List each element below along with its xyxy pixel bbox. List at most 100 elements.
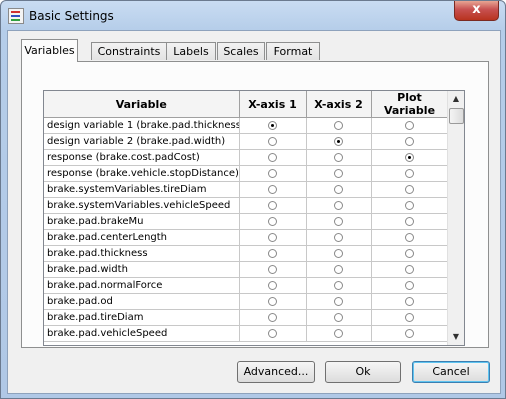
variable-name-cell: brake.systemVariables.tireDiam [44, 181, 240, 198]
x-axis-1-cell [239, 245, 307, 262]
x-axis-2-radio[interactable] [334, 216, 343, 226]
tab-format[interactable]: Format [266, 42, 320, 60]
title-bar[interactable]: Basic Settings x [1, 1, 505, 31]
x-axis-1-radio[interactable] [268, 168, 277, 178]
x-axis-2-cell [306, 213, 372, 230]
scroll-thumb[interactable] [449, 108, 464, 124]
table-row[interactable]: brake.systemVariables.tireDiam [44, 181, 449, 198]
ok-button[interactable]: Ok [325, 361, 401, 383]
table-row[interactable]: brake.pad.od [44, 293, 449, 310]
plot-variable-cell [371, 293, 449, 310]
x-axis-1-radio[interactable] [268, 328, 277, 338]
scroll-down-arrow-icon[interactable]: ▼ [448, 329, 464, 345]
x-axis-2-radio[interactable] [334, 312, 343, 322]
x-axis-2-cell [306, 245, 372, 262]
plot-variable-radio[interactable] [405, 184, 414, 194]
plot-variable-cell [371, 229, 449, 246]
x-axis-2-radio[interactable] [334, 296, 343, 306]
table-row[interactable]: design variable 1 (brake.pad.thickness) [44, 117, 449, 134]
x-axis-1-radio[interactable] [268, 184, 277, 194]
x-axis-1-radio[interactable] [268, 312, 277, 322]
plot-variable-radio[interactable] [405, 280, 414, 290]
tab-labels[interactable]: Labels [166, 42, 216, 60]
x-axis-2-radio[interactable] [334, 232, 343, 242]
x-axis-1-cell [239, 133, 307, 150]
variable-name-cell: brake.pad.centerLength [44, 229, 240, 246]
x-axis-2-radio[interactable] [334, 328, 343, 338]
variables-table: Variable X-axis 1 X-axis 2 Plot Variable… [44, 91, 449, 342]
table-row[interactable]: brake.pad.brakeMu [44, 213, 449, 230]
advanced-button[interactable]: Advanced... [237, 361, 315, 383]
column-header-plot-variable[interactable]: Plot Variable [371, 91, 449, 118]
x-axis-1-radio[interactable] [268, 296, 277, 306]
x-axis-1-radio[interactable] [268, 120, 277, 130]
plot-variable-radio[interactable] [405, 248, 414, 258]
x-axis-1-radio[interactable] [268, 216, 277, 226]
x-axis-1-cell [239, 261, 307, 278]
x-axis-1-radio[interactable] [268, 248, 277, 258]
table-row[interactable]: brake.pad.centerLength [44, 229, 449, 246]
cancel-button[interactable]: Cancel [412, 361, 490, 383]
plot-variable-radio[interactable] [405, 216, 414, 226]
table-row[interactable]: brake.pad.tireDiam [44, 309, 449, 326]
column-header-variable[interactable]: Variable [44, 91, 240, 118]
x-axis-2-cell [306, 149, 372, 166]
plot-variable-radio[interactable] [405, 168, 414, 178]
plot-variable-radio[interactable] [405, 312, 414, 322]
plot-variable-radio[interactable] [405, 328, 414, 338]
table-row[interactable]: response (brake.cost.padCost) [44, 149, 449, 166]
x-axis-2-cell [306, 277, 372, 294]
x-axis-1-radio[interactable] [268, 200, 277, 210]
variable-name-cell: response (brake.cost.padCost) [44, 149, 240, 166]
table-row[interactable]: brake.pad.width [44, 261, 449, 278]
table-row[interactable]: brake.pad.vehicleSpeed [44, 325, 449, 342]
table-row[interactable]: brake.systemVariables.vehicleSpeed [44, 197, 449, 214]
plot-variable-radio[interactable] [405, 232, 414, 242]
x-axis-2-radio[interactable] [334, 248, 343, 258]
x-axis-2-radio[interactable] [334, 264, 343, 274]
plot-variable-radio[interactable] [405, 152, 414, 162]
x-axis-2-radio[interactable] [334, 184, 343, 194]
vertical-scrollbar[interactable]: ▲ ▼ [447, 91, 464, 345]
column-header-x-axis-2[interactable]: X-axis 2 [306, 91, 372, 118]
table-header-row: Variable X-axis 1 X-axis 2 Plot Variable [44, 91, 449, 118]
x-axis-2-radio[interactable] [334, 168, 343, 178]
variable-name-cell: brake.pad.normalForce [44, 277, 240, 294]
x-axis-1-cell [239, 229, 307, 246]
tab-variables[interactable]: Variables [21, 39, 78, 62]
plot-variable-radio[interactable] [405, 264, 414, 274]
plot-variable-cell [371, 149, 449, 166]
plot-variable-radio[interactable] [405, 200, 414, 210]
plot-variable-radio[interactable] [405, 120, 414, 130]
x-axis-1-radio[interactable] [268, 264, 277, 274]
scroll-up-arrow-icon[interactable]: ▲ [448, 91, 464, 107]
plot-variable-cell [371, 117, 449, 134]
plot-variable-cell [371, 197, 449, 214]
x-axis-2-cell [306, 229, 372, 246]
x-axis-2-radio[interactable] [334, 152, 343, 162]
table-row[interactable]: brake.pad.thickness [44, 245, 449, 262]
x-axis-2-cell [306, 165, 372, 182]
tab-constraints[interactable]: Constraints [91, 42, 167, 60]
x-axis-1-radio[interactable] [268, 232, 277, 242]
x-axis-2-radio[interactable] [334, 136, 343, 146]
x-axis-1-radio[interactable] [268, 152, 277, 162]
plot-variable-cell [371, 133, 449, 150]
variable-name-cell: brake.pad.thickness [44, 245, 240, 262]
x-axis-2-radio[interactable] [334, 120, 343, 130]
x-axis-2-cell [306, 197, 372, 214]
column-header-x-axis-1[interactable]: X-axis 1 [239, 91, 307, 118]
table-row[interactable]: design variable 2 (brake.pad.width) [44, 133, 449, 150]
x-axis-2-radio[interactable] [334, 280, 343, 290]
variable-name-cell: brake.pad.od [44, 293, 240, 310]
plot-variable-radio[interactable] [405, 296, 414, 306]
table-row[interactable]: response (brake.vehicle.stopDistance) [44, 165, 449, 182]
x-axis-1-radio[interactable] [268, 136, 277, 146]
x-axis-1-cell [239, 213, 307, 230]
plot-variable-radio[interactable] [405, 136, 414, 146]
x-axis-1-radio[interactable] [268, 280, 277, 290]
x-axis-2-radio[interactable] [334, 200, 343, 210]
tab-scales[interactable]: Scales [217, 42, 265, 60]
close-button[interactable]: x [454, 1, 499, 21]
table-row[interactable]: brake.pad.normalForce [44, 277, 449, 294]
